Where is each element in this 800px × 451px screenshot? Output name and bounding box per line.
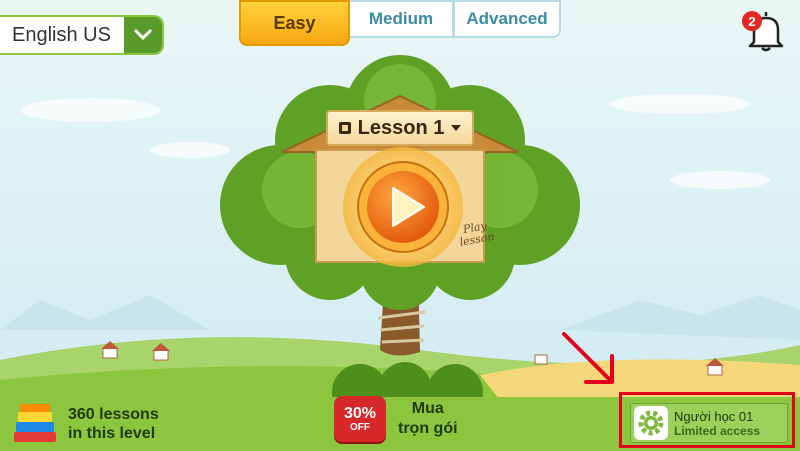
buy-package-button[interactable]: 30% OFF Mua trọn gói <box>334 396 458 442</box>
account-settings-button[interactable]: Người học 01 Limited access <box>630 403 788 443</box>
annotation-arrow <box>562 332 614 384</box>
play-icon <box>357 161 449 253</box>
lessons-level-label: in this level <box>68 425 156 442</box>
notifications-button[interactable]: 2 <box>742 8 788 52</box>
tab-easy[interactable]: Easy <box>239 0 350 46</box>
tab-advanced[interactable]: Advanced <box>454 0 561 38</box>
play-lesson-button[interactable] <box>356 160 450 254</box>
lesson-book-icon <box>338 122 351 134</box>
buy-label-line1: Mua <box>411 400 444 417</box>
language-selector[interactable]: English US <box>0 15 164 55</box>
buy-label-line2: trọn gói <box>398 420 458 437</box>
lessons-count: 360 lessons <box>68 406 159 423</box>
tab-medium[interactable]: Medium <box>350 0 454 38</box>
lesson-selector[interactable]: Lesson 1 <box>326 110 474 146</box>
language-selected: English US <box>12 23 111 46</box>
chevron-down-icon[interactable] <box>124 17 162 53</box>
account-name: Người học 01 <box>674 408 754 424</box>
level-tabs: Easy Medium Advanced <box>239 0 561 46</box>
lessons-count-info: 360 lessons in this level <box>10 402 159 446</box>
discount-percent: 30% <box>343 404 377 422</box>
notification-count-badge: 2 <box>742 11 762 31</box>
gear-icon <box>634 406 668 440</box>
discount-badge: 30% OFF <box>334 396 386 442</box>
lesson-title: Lesson 1 <box>357 116 445 139</box>
caret-down-icon <box>451 125 462 131</box>
discount-off: OFF <box>350 421 370 433</box>
books-icon <box>14 404 56 442</box>
account-status: Limited access <box>674 423 761 438</box>
